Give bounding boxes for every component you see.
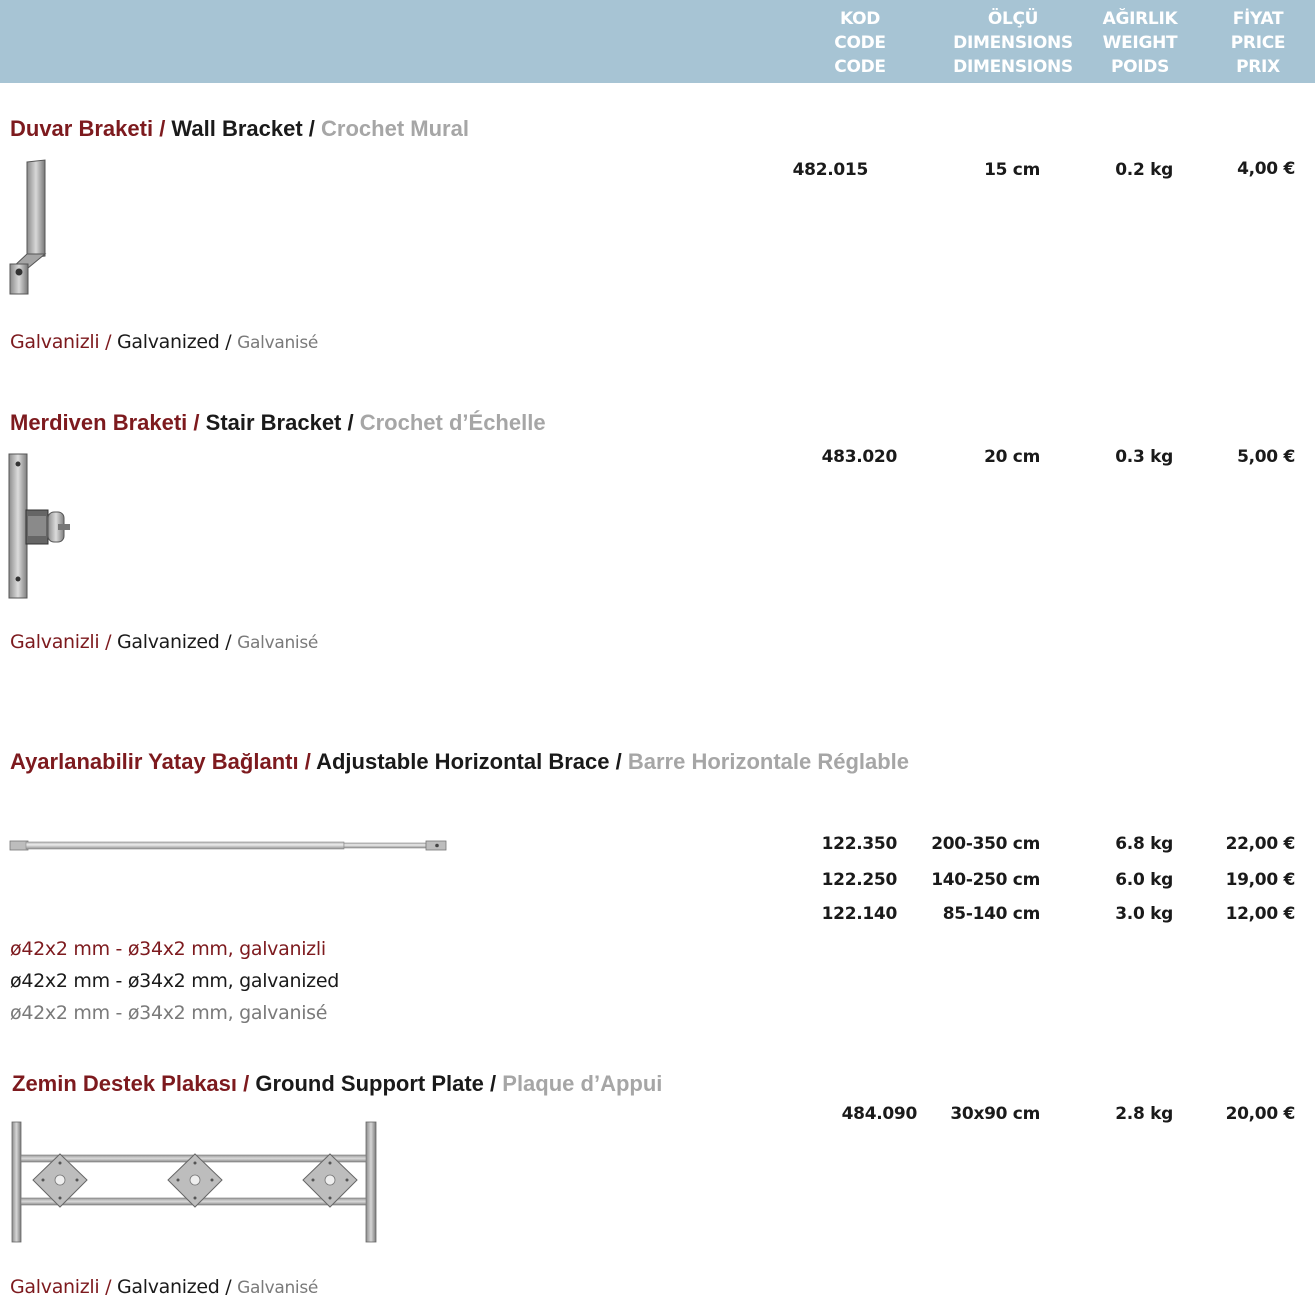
cell-code: 122.140 — [821, 904, 898, 924]
ground-support-plate-photo — [11, 1121, 377, 1243]
finish-note: Galvanizli / Galvanized / Galvanisé — [10, 1276, 318, 1298]
product-title: Ayarlanabilir Yatay Bağlantı / Adjustabl… — [10, 749, 909, 775]
header-price-tr: FİYAT — [1232, 9, 1284, 29]
header-weight-fr: POIDS — [1110, 57, 1170, 77]
title-fr: Crochet Mural — [321, 116, 469, 141]
cell-dimensions: 85-140 cm — [942, 904, 1041, 924]
note-en: Galvanized — [116, 331, 220, 353]
stair-bracket-photo — [8, 453, 70, 599]
spec-tr: ø42x2 mm - ø34x2 mm, galvanizli — [10, 938, 326, 960]
title-en: Stair Bracket — [205, 410, 342, 435]
cell-price: 22,00 € — [1225, 834, 1296, 854]
note-fr: Galvanisé — [237, 1278, 319, 1298]
header-price-fr: PRIX — [1236, 57, 1280, 77]
finish-note: Galvanizli / Galvanized / Galvanisé — [10, 331, 318, 353]
header-code: KOD CODE CODE — [820, 7, 900, 79]
separator: / — [99, 331, 117, 353]
header-weight-tr: AĞIRLIK — [1102, 9, 1178, 29]
header-price: FİYAT PRICE PRIX — [1218, 7, 1298, 79]
title-fr: Plaque d’Appui — [502, 1071, 663, 1096]
cell-weight: 3.0 kg — [1115, 904, 1173, 924]
separator: / — [99, 631, 117, 653]
title-tr: Ayarlanabilir Yatay Bağlantı — [10, 749, 299, 774]
cell-weight: 0.3 kg — [1115, 447, 1173, 467]
separator: / — [153, 116, 172, 141]
header-code-fr: CODE — [834, 57, 886, 77]
product-title: Merdiven Braketi / Stair Bracket / Croch… — [10, 410, 546, 436]
separator: / — [609, 749, 628, 774]
note-fr: Galvanisé — [237, 333, 319, 353]
cell-price: 4,00 € — [1237, 159, 1295, 179]
separator: / — [302, 116, 322, 141]
cell-price: 12,00 € — [1225, 904, 1296, 924]
note-tr: Galvanizli — [10, 1276, 100, 1298]
separator: / — [99, 1276, 117, 1298]
separator: / — [483, 1071, 503, 1096]
finish-note: Galvanizli / Galvanized / Galvanisé — [10, 631, 318, 653]
note-en: Galvanized — [116, 1276, 220, 1298]
spec-en: ø42x2 mm - ø34x2 mm, galvanized — [10, 970, 340, 992]
cell-price: 5,00 € — [1237, 447, 1295, 467]
header-code-en: CODE — [834, 33, 886, 53]
title-tr: Merdiven Braketi — [10, 410, 188, 435]
wall-bracket-photo — [9, 159, 47, 295]
cell-dimensions: 200-350 cm — [931, 834, 1040, 854]
cell-dimensions: 30x90 cm — [950, 1104, 1040, 1124]
header-dimensions: ÖLÇÜ DIMENSIONS DIMENSIONS — [948, 7, 1078, 79]
header-dimensions-en: DIMENSIONS — [953, 33, 1073, 53]
separator: / — [219, 331, 238, 353]
cell-weight: 6.8 kg — [1115, 834, 1173, 854]
horizontal-brace-photo — [9, 840, 447, 851]
cell-code: 483.020 — [821, 447, 898, 467]
separator: / — [298, 749, 317, 774]
title-en: Wall Bracket — [171, 116, 303, 141]
product-title: Zemin Destek Plakası / Ground Support Pl… — [12, 1071, 662, 1097]
header-dimensions-fr: DIMENSIONS — [953, 57, 1073, 77]
cell-weight: 2.8 kg — [1115, 1104, 1173, 1124]
cell-code: 122.350 — [821, 834, 898, 854]
cell-dimensions: 15 cm — [984, 160, 1040, 180]
cell-weight: 6.0 kg — [1115, 870, 1173, 890]
header-code-tr: KOD — [839, 9, 881, 29]
table-header: KOD CODE CODE ÖLÇÜ DIMENSIONS DIMENSIONS… — [0, 0, 1315, 83]
cell-weight: 0.2 kg — [1115, 160, 1173, 180]
cell-price: 20,00 € — [1225, 1104, 1296, 1124]
header-weight-en: WEIGHT — [1102, 33, 1178, 53]
header-weight: AĞIRLIK WEIGHT POIDS — [1093, 7, 1187, 79]
note-tr: Galvanizli — [10, 331, 100, 353]
spec-fr: ø42x2 mm - ø34x2 mm, galvanisé — [10, 1002, 328, 1024]
separator: / — [219, 631, 238, 653]
title-tr: Zemin Destek Plakası — [12, 1071, 238, 1096]
title-fr: Crochet d’Échelle — [359, 410, 546, 435]
cell-price: 19,00 € — [1225, 870, 1296, 890]
title-tr: Duvar Braketi — [10, 116, 154, 141]
header-dimensions-tr: ÖLÇÜ — [987, 9, 1039, 29]
title-fr: Barre Horizontale Réglable — [627, 749, 910, 774]
cell-code: 482.015 — [792, 160, 869, 180]
cell-code: 484.090 — [841, 1104, 918, 1124]
note-tr: Galvanizli — [10, 631, 100, 653]
product-title: Duvar Braketi / Wall Bracket / Crochet M… — [10, 116, 469, 142]
separator: / — [341, 410, 360, 435]
cell-code: 122.250 — [821, 870, 898, 890]
note-en: Galvanized — [116, 631, 220, 653]
header-price-en: PRICE — [1230, 33, 1286, 53]
separator: / — [219, 1276, 238, 1298]
cell-dimensions: 140-250 cm — [931, 870, 1040, 890]
note-fr: Galvanisé — [237, 633, 319, 653]
title-en: Ground Support Plate — [255, 1071, 484, 1096]
separator: / — [187, 410, 206, 435]
title-en: Adjustable Horizontal Brace — [316, 749, 610, 774]
cell-dimensions: 20 cm — [984, 447, 1040, 467]
separator: / — [237, 1071, 256, 1096]
